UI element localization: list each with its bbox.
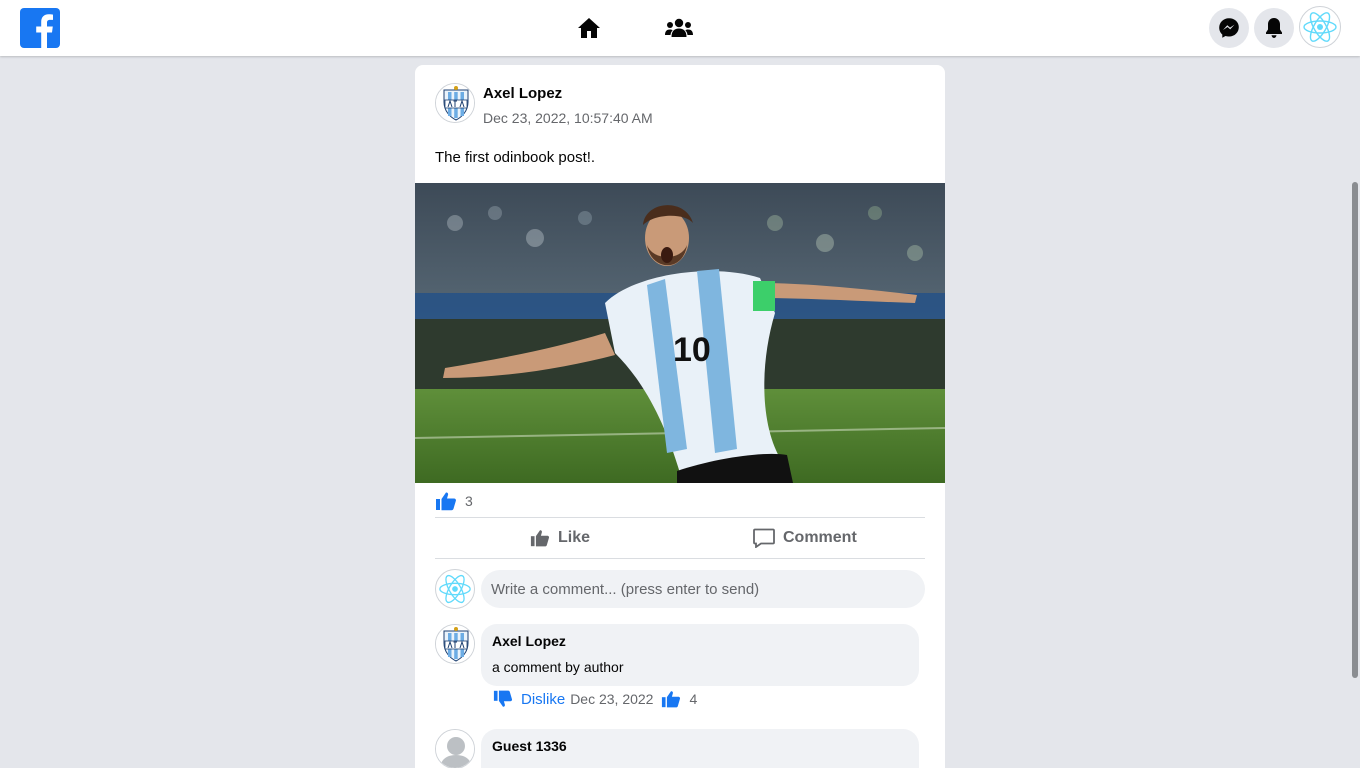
dislike-button[interactable]: Dislike (521, 691, 565, 708)
afa-crest-icon (436, 84, 474, 122)
post-author-name[interactable]: Axel Lopez (483, 85, 562, 102)
friends-icon[interactable] (663, 12, 695, 44)
comment-author-avatar[interactable] (435, 624, 475, 664)
author-avatar[interactable] (435, 83, 475, 123)
comment-likes-count: 4 (689, 691, 698, 707)
divider (435, 558, 925, 559)
post-card: Axel Lopez Dec 23, 2022, 10:57:40 AM The… (415, 65, 945, 768)
comment-bubble: Axel Lopez a comment by author (481, 624, 919, 686)
like-button[interactable]: Like (530, 523, 590, 553)
bell-icon (1266, 18, 1282, 38)
react-logo-icon (439, 574, 471, 604)
facebook-f-icon (36, 14, 53, 48)
post-timestamp[interactable]: Dec 23, 2022, 10:57:40 AM (483, 110, 653, 126)
top-navbar (0, 0, 1360, 56)
comment-author-name[interactable]: Guest 1336 (492, 738, 567, 754)
divider (435, 517, 925, 518)
comment-bubble: Guest 1336 (481, 729, 919, 768)
thumbs-up-icon (662, 691, 681, 708)
notifications-button[interactable] (1254, 8, 1294, 48)
react-logo-icon (1303, 12, 1337, 42)
comment-text: a comment by author (492, 659, 624, 675)
comment-actions: Dislike Dec 23, 2022 4 (493, 687, 697, 711)
messenger-button[interactable] (1209, 8, 1249, 48)
thumbs-down-icon[interactable] (493, 689, 513, 709)
facebook-logo[interactable] (20, 8, 60, 48)
page-scrollbar[interactable] (1352, 182, 1358, 678)
profile-avatar[interactable] (1299, 6, 1341, 48)
comment-button-label: Comment (783, 529, 857, 546)
like-button-label: Like (558, 529, 591, 546)
post-text: The first odinbook post!. (435, 149, 596, 166)
comment-bubble-icon (753, 528, 775, 548)
svg-text:10: 10 (673, 331, 711, 369)
comment-author-name[interactable]: Axel Lopez (492, 633, 566, 649)
comment-button[interactable]: Comment (753, 523, 857, 553)
football-player-photo: 10 (415, 183, 945, 483)
thumbs-up-icon (530, 530, 550, 547)
post-likes-count: 3 (465, 493, 473, 509)
home-icon[interactable] (573, 12, 605, 44)
messenger-icon (1219, 18, 1239, 38)
thumbs-up-icon (436, 492, 456, 511)
afa-crest-icon (436, 625, 474, 663)
post-likes-summary[interactable]: 3 (435, 489, 473, 513)
comment-input[interactable] (481, 570, 925, 608)
comment-date: Dec 23, 2022 (570, 691, 654, 707)
comment-author-avatar[interactable] (435, 729, 475, 768)
current-user-avatar[interactable] (435, 569, 475, 609)
post-image[interactable]: 10 (415, 183, 945, 483)
default-user-icon (436, 730, 474, 768)
